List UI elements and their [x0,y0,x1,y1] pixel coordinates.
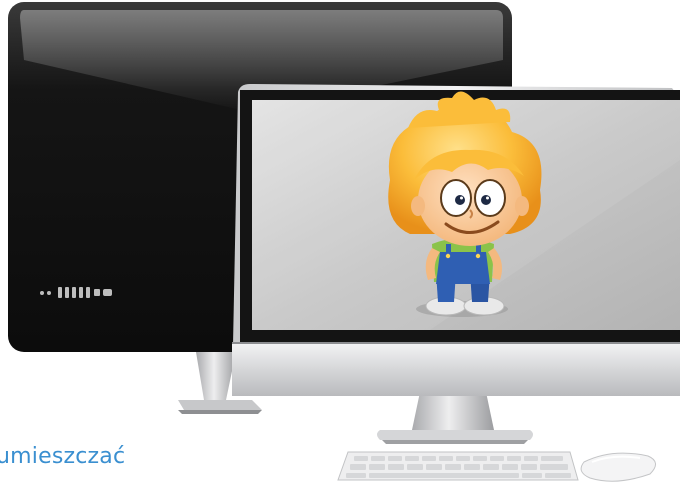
front-monitor-chin [232,342,680,396]
illustration-svg [8,2,680,482]
back-monitor-base [178,400,262,410]
caption-text: umieszczać [0,444,126,469]
computer-illustration: umieszczać [0,0,680,488]
back-monitor-stand [196,352,236,400]
mouse-icon [580,452,656,482]
front-monitor-stand [377,392,533,444]
keyboard-icon [337,451,579,481]
